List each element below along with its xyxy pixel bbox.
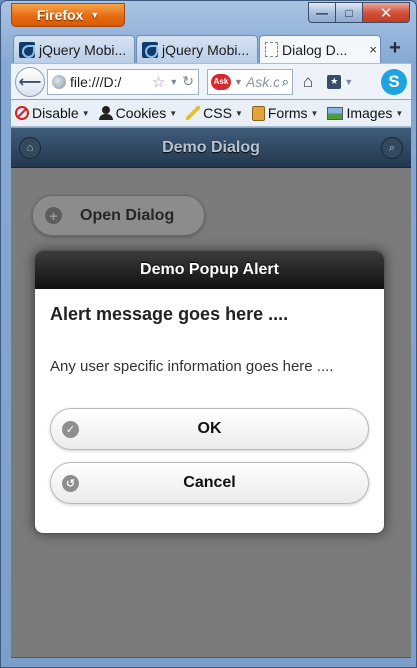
ok-button[interactable]: ✓ OK — [50, 408, 369, 450]
home-icon[interactable]: ⌂ — [19, 137, 41, 159]
bookmarks-icon: ★ — [327, 74, 342, 89]
history-dropdown-icon[interactable]: ▼ — [169, 77, 178, 87]
dev-menu-label: CSS — [203, 105, 232, 121]
images-icon — [327, 106, 344, 120]
skype-icon[interactable]: S — [381, 68, 407, 95]
dev-menu-cookies[interactable]: Cookies ▼ — [98, 105, 178, 121]
search-engine-dropdown-icon[interactable]: ▼ — [234, 77, 243, 87]
dev-menu-css[interactable]: CSS ▼ — [186, 105, 243, 121]
tab-label: jQuery Mobi... — [162, 41, 250, 58]
plus-icon: + — [45, 207, 62, 224]
dropdown-caret-icon: ▼ — [310, 108, 319, 118]
jquery-favicon-icon — [142, 41, 158, 58]
dev-menu-label: Forms — [267, 105, 308, 121]
dev-menu-label: Images — [346, 105, 393, 121]
dropdown-caret-icon: ▼ — [81, 108, 90, 118]
search-bar[interactable]: Ask ▼ Ask.c ⌕ — [207, 68, 293, 95]
title-bar: Firefox ▼ — □ ✕ — [1, 1, 416, 31]
disable-icon — [15, 106, 29, 120]
tab-jquery-mobile-1[interactable]: jQuery Mobi... — [13, 35, 135, 63]
tab-strip: jQuery Mobi... jQuery Mobi... Dialog D..… — [13, 35, 409, 63]
dev-menu-disable[interactable]: Disable ▼ — [15, 105, 90, 121]
alert-dialog: Demo Popup Alert Alert message goes here… — [34, 250, 385, 534]
search-icon[interactable]: ⌕ — [381, 137, 403, 159]
dialog-title: Demo Popup Alert — [140, 261, 279, 278]
back-button[interactable]: ⟵ — [15, 66, 45, 97]
bookmark-star-icon[interactable]: ☆ — [152, 73, 165, 91]
tab-jquery-mobile-2[interactable]: jQuery Mobi... — [136, 35, 258, 63]
page-title: Demo Dialog — [162, 138, 260, 156]
window-controls: — □ ✕ — [308, 2, 410, 23]
open-dialog-button[interactable]: + Open Dialog — [32, 195, 205, 236]
search-engine-logo[interactable]: Ask — [211, 73, 231, 90]
browser-window: Firefox ▼ — □ ✕ jQuery Mobi... jQuery Mo… — [0, 0, 417, 668]
new-tab-button[interactable]: + — [382, 35, 408, 61]
css-icon — [186, 106, 201, 120]
minimize-button[interactable]: — — [308, 2, 336, 23]
dropdown-caret-icon: ▼ — [169, 108, 178, 118]
open-dialog-label: Open Dialog — [80, 206, 175, 224]
close-window-button[interactable]: ✕ — [363, 2, 410, 23]
dev-menu-label: Cookies — [115, 105, 167, 121]
address-bar[interactable]: file:///D:/ ☆ ▼ ↻ — [47, 68, 199, 95]
dev-menu-images[interactable]: Images ▼ — [327, 105, 403, 121]
globe-icon — [52, 74, 66, 89]
back-arrow-icon: ↺ — [62, 475, 79, 492]
page-viewport: ⌂ Demo Dialog ⌕ + Open Dialog Demo Popup… — [11, 128, 411, 658]
tab-dialog-demo[interactable]: Dialog D... × — [259, 35, 381, 63]
firefox-menu-button[interactable]: Firefox ▼ — [11, 3, 125, 27]
dev-menu-forms[interactable]: Forms ▼ — [251, 105, 319, 121]
web-developer-toolbar: Disable ▼ Cookies ▼ CSS ▼ Forms ▼ Images… — [11, 100, 411, 127]
cancel-button[interactable]: ↺ Cancel — [50, 462, 369, 504]
tab-label: Dialog D... — [282, 41, 348, 58]
home-button[interactable]: ⌂ — [303, 72, 313, 92]
reload-icon[interactable]: ↻ — [182, 73, 194, 90]
page-header: ⌂ Demo Dialog ⌕ — [11, 128, 411, 168]
bookmarks-button[interactable]: ★ ▼ — [323, 70, 357, 94]
dropdown-caret-icon: ▼ — [395, 108, 404, 118]
dialog-header: Demo Popup Alert — [35, 251, 384, 289]
firefox-menu-label: Firefox — [36, 7, 84, 23]
forms-icon — [251, 105, 265, 121]
dropdown-caret-icon: ▼ — [234, 108, 243, 118]
tab-close-icon[interactable]: × — [369, 42, 377, 57]
search-icon[interactable]: ⌕ — [282, 74, 289, 90]
ok-label: OK — [197, 420, 222, 437]
blank-page-icon — [265, 42, 278, 57]
dev-menu-label: Disable — [32, 105, 79, 121]
jquery-favicon-icon — [19, 41, 35, 58]
cookie-icon — [98, 106, 113, 120]
cancel-label: Cancel — [183, 474, 236, 491]
dialog-message: Any user specific information goes here … — [50, 358, 334, 375]
dropdown-caret-icon: ▼ — [90, 10, 100, 20]
dialog-heading: Alert message goes here .... — [50, 304, 289, 324]
tab-label: jQuery Mobi... — [39, 41, 127, 58]
back-arrow-icon: ⟵ — [18, 73, 42, 91]
check-icon: ✓ — [62, 421, 79, 438]
bookmarks-dropdown-icon: ▼ — [344, 76, 354, 87]
search-placeholder: Ask.c — [245, 73, 279, 90]
maximize-button[interactable]: □ — [336, 2, 363, 23]
navigation-toolbar: ⟵ file:///D:/ ☆ ▼ ↻ Ask ▼ Ask.c ⌕ ⌂ ★ ▼ … — [11, 63, 411, 99]
dialog-body: Alert message goes here .... Any user sp… — [35, 304, 384, 504]
url-text: file:///D:/ — [70, 73, 122, 90]
